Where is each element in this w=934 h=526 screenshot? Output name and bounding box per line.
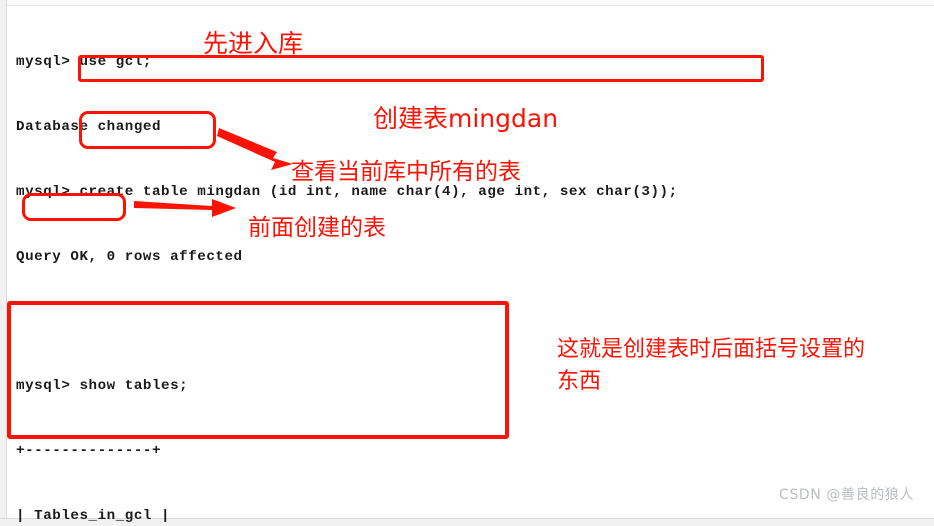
csdn-watermark: CSDN @善良的狼人 xyxy=(779,487,914,503)
terminal-line: +--------------+ xyxy=(16,442,162,459)
annotation-enter-database: 先进入库 xyxy=(203,29,304,58)
screenshot-root: mysql> use gcl; Database changed mysql> … xyxy=(0,0,934,526)
annotation-view-all-tables: 查看当前库中所有的表 xyxy=(291,159,521,185)
annotation-brackets-explanation-line2: 东西 xyxy=(557,369,602,394)
annotation-create-table-mingdan: 创建表mingdan xyxy=(373,104,559,133)
terminal-output[interactable]: mysql> use gcl; Database changed mysql> … xyxy=(16,9,916,526)
terminal-line: mysql> show tables; xyxy=(16,378,189,395)
annotation-brackets-explanation-line1: 这就是创建表时后面括号设置的 xyxy=(557,337,866,362)
terminal-line: Query OK, 0 rows affected xyxy=(16,248,243,265)
annotation-previously-created-table: 前面创建的表 xyxy=(248,215,386,241)
window-frame-left xyxy=(0,0,7,518)
window-frame-top xyxy=(0,0,934,6)
terminal-line: mysql> use gcl; xyxy=(16,54,152,71)
arrow-show-tables-to-note xyxy=(217,128,293,170)
terminal-line: | Tables_in_gcl | xyxy=(16,507,171,524)
arrow-mingdan-to-note xyxy=(134,199,236,217)
